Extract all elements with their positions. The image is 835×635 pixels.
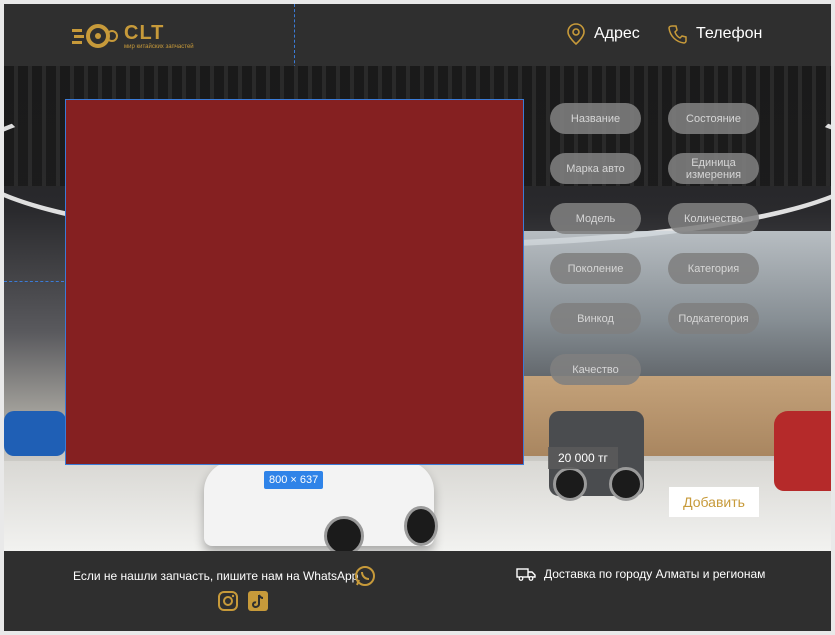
brand-tagline: мир китайских запчастей [124,44,194,50]
tiktok-glyph-icon [251,594,264,609]
guide-line-horizontal [4,281,64,282]
image-placeholder[interactable] [65,99,524,465]
delivery-info: Доставка по городу Алматы и регионам [516,567,765,581]
size-badge: 800 × 637 [264,471,324,489]
phone-label: Телефон [696,25,763,42]
address-link[interactable]: Адрес [566,22,640,46]
filter-model[interactable]: Модель [550,203,641,234]
phone-link[interactable]: Телефон [668,22,762,46]
gear-logo-icon [72,24,118,48]
filter-quality[interactable]: Качество [550,354,641,385]
filter-name[interactable]: Название [550,103,641,134]
tiktok-icon[interactable] [248,591,268,611]
filter-unit[interactable]: Единица измерения [668,153,759,184]
whatsapp-icon[interactable] [354,565,376,587]
filter-generation[interactable]: Поколение [550,253,641,284]
phone-icon [668,25,687,44]
price-tag: 20 000 тг [548,447,618,469]
brand-name: CLT [124,22,165,44]
logo[interactable]: CLT мир китайских запчастей [72,21,202,51]
filter-category[interactable]: Категория [668,253,759,284]
filter-car-brand[interactable]: Марка авто [550,153,641,184]
car-blue [4,411,66,456]
instagram-icon[interactable] [218,591,238,611]
car-red [774,411,831,491]
site-header: CLT мир китайских запчастей Адрес Телефо… [4,4,831,67]
filter-subcategory[interactable]: Подкатегория [668,303,759,334]
add-button[interactable]: Добавить [669,487,759,517]
address-label: Адрес [594,25,640,42]
location-pin-icon [567,23,585,45]
delivery-text: Доставка по городу Алматы и регионам [544,567,766,581]
filter-quantity[interactable]: Количество [668,203,759,234]
site-footer: Если не нашли запчасть, пишите нам на Wh… [4,551,831,631]
filter-condition[interactable]: Состояние [668,103,759,134]
whatsapp-text: Если не нашли запчасть, пишите нам на Wh… [73,569,359,583]
page-frame: CLT мир китайских запчастей Адрес Телефо… [4,4,831,631]
hero-showroom: 800 × 637 Название Марка авто Модель Пок… [4,66,831,551]
truck-icon [516,568,536,581]
filter-vin[interactable]: Винкод [550,303,641,334]
